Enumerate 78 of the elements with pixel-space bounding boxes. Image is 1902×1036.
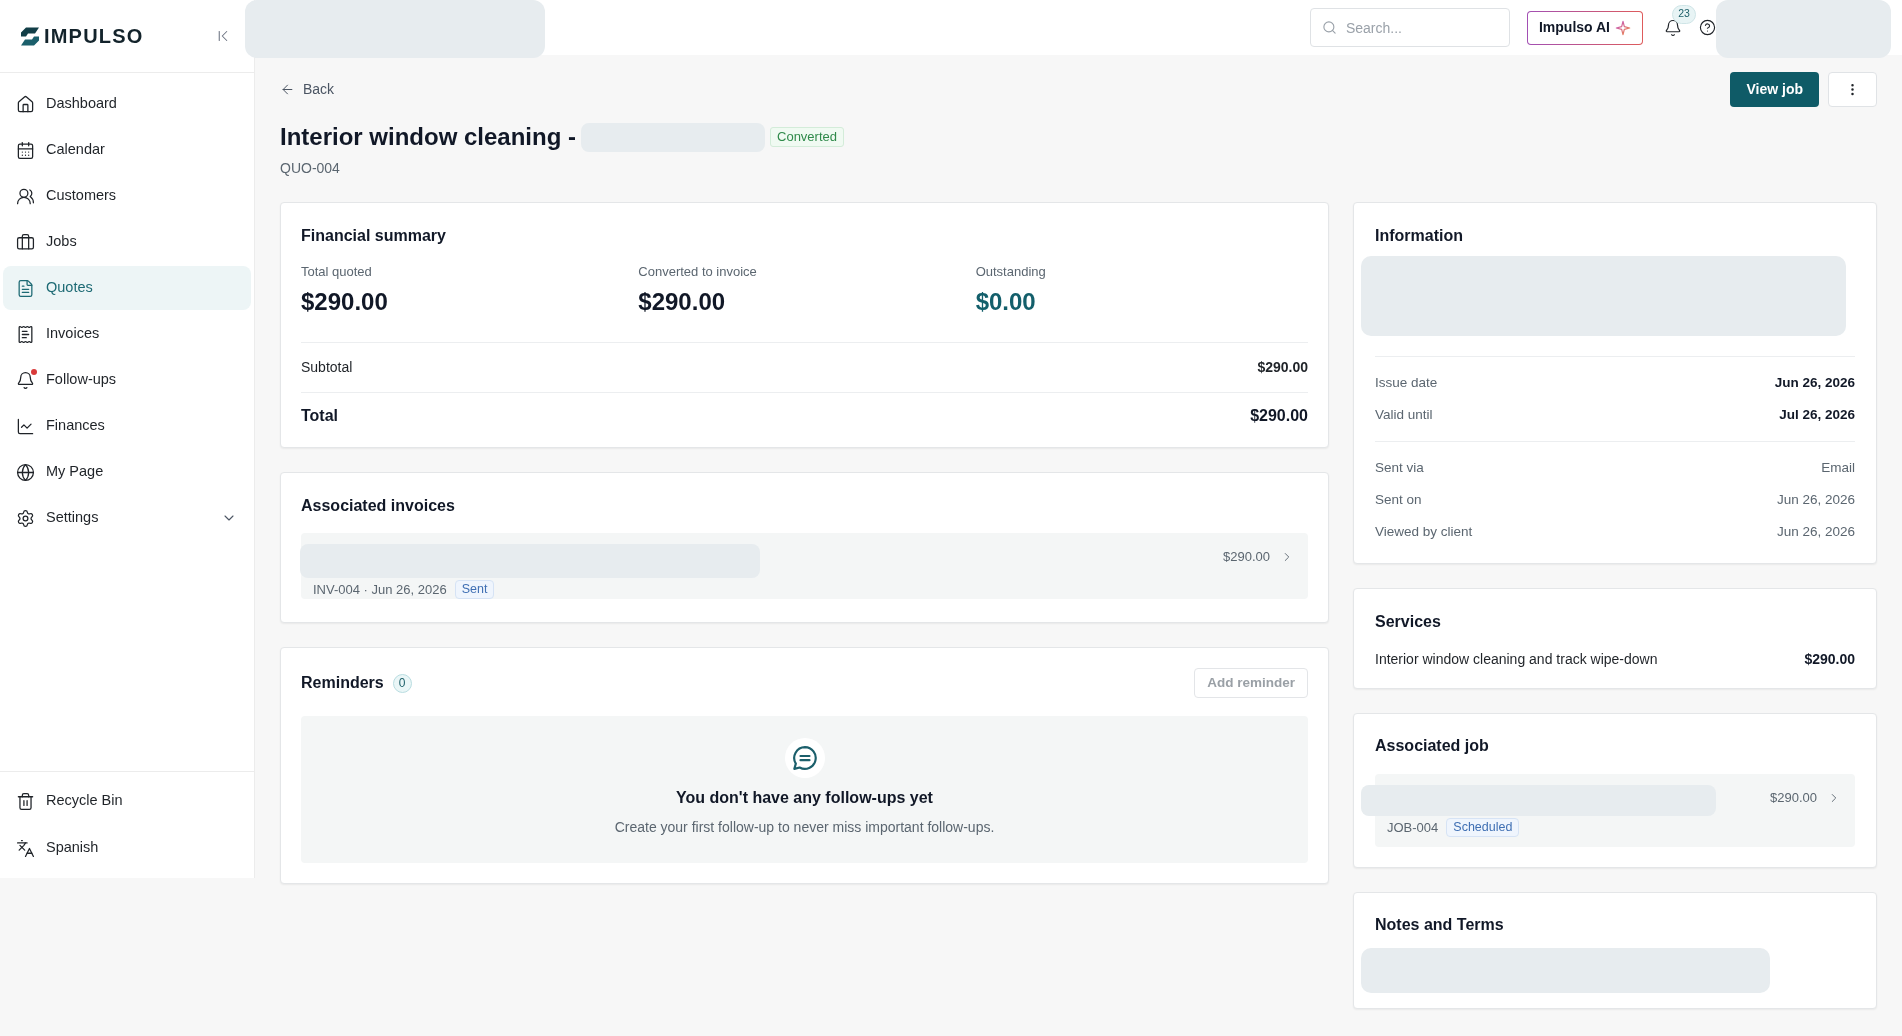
- sparkle-icon: [1615, 19, 1631, 36]
- info-value: Jun 26, 2026: [1776, 522, 1855, 541]
- status-badge: Converted: [770, 127, 844, 147]
- bell-icon: [16, 370, 35, 390]
- logo-text: IMPULSO: [44, 24, 144, 49]
- bell-icon[interactable]: [1664, 18, 1682, 37]
- metric-label: Converted to invoice: [638, 263, 757, 281]
- calendar-icon: [16, 140, 35, 160]
- sidebar-item[interactable]: Follow-ups: [3, 358, 251, 402]
- card-title: Associated invoices: [301, 496, 456, 516]
- card-title: Reminders: [301, 673, 384, 693]
- card-title: Associated job: [1375, 736, 1490, 756]
- info-label: Sent via: [1375, 458, 1424, 477]
- info-value: Email: [1821, 458, 1855, 477]
- sidebar-item[interactable]: Customers: [3, 174, 251, 218]
- sidebar-item[interactable]: Recycle Bin: [3, 779, 251, 823]
- info-value: Jul 26, 2026: [1779, 405, 1855, 424]
- sidebar-item[interactable]: Calendar: [3, 128, 251, 172]
- info-value: Jun 26, 2026: [1776, 490, 1855, 509]
- globe-icon: [16, 462, 35, 482]
- job-amount: $290.00: [1770, 789, 1817, 807]
- help-icon[interactable]: [1699, 19, 1716, 36]
- view-job-button[interactable]: View job: [1730, 72, 1819, 107]
- info-label: Viewed by client: [1375, 522, 1473, 541]
- count-badge: 0: [392, 673, 412, 693]
- job-reference: JOB-004: [1387, 819, 1439, 836]
- info-value: Jun 26, 2026: [1774, 373, 1855, 392]
- logo-mark-icon: [20, 25, 40, 47]
- search-field[interactable]: Search...: [1309, 8, 1510, 47]
- sidebar-item[interactable]: Dashboard: [3, 82, 251, 126]
- summary-label: Total: [301, 406, 339, 426]
- sidebar-item[interactable]: Invoices: [3, 312, 251, 356]
- invoice-reference: INV-004 · Jun 26, 2026: [313, 581, 447, 598]
- sidebar-item[interactable]: Settings: [3, 496, 251, 540]
- status-badge: Scheduled: [1446, 818, 1520, 837]
- summary-label: Subtotal: [301, 358, 353, 377]
- card-title: Financial summary: [301, 226, 447, 246]
- settings-icon: [16, 508, 35, 528]
- info-label: Issue date: [1375, 373, 1438, 392]
- sidebar-item[interactable]: Quotes: [3, 266, 251, 310]
- back-link[interactable]: Back: [280, 79, 335, 100]
- metric-label: Total quoted: [301, 263, 372, 281]
- quote-number: QUO-004: [280, 159, 340, 178]
- people-icon: [16, 186, 35, 206]
- sidebar-item[interactable]: Jobs: [3, 220, 251, 264]
- card-title: Notes and Terms: [1375, 915, 1505, 935]
- metric-value: $0.00: [975, 287, 1036, 317]
- search-icon: [1321, 20, 1337, 35]
- sidebar-item[interactable]: Finances: [3, 404, 251, 448]
- document-icon: [16, 278, 35, 298]
- service-name: Interior window cleaning and track wipe-down: [1375, 649, 1658, 669]
- metric-value: $290.00: [301, 287, 388, 317]
- briefcase-icon: [16, 232, 35, 252]
- house-icon: [16, 94, 35, 114]
- invoice-amount: $290.00: [1223, 548, 1270, 566]
- sidebar-item[interactable]: Spanish: [3, 826, 251, 870]
- sidebar-item[interactable]: My Page: [3, 450, 251, 494]
- ai-button[interactable]: Impulso AI: [1526, 10, 1643, 45]
- status-badge: Sent: [454, 580, 495, 599]
- notification-count-badge: 23: [1672, 4, 1696, 24]
- receipt-icon: [16, 324, 35, 344]
- service-price: $290.00: [1804, 649, 1855, 669]
- summary-value: $290.00: [1257, 358, 1308, 377]
- invoice-row[interactable]: INV-004 · Jun 26, 2026 Sent $290.00: [301, 533, 1308, 599]
- card-title: Services: [1375, 612, 1442, 632]
- metric-value: $290.00: [638, 287, 726, 317]
- translate-icon: [16, 838, 35, 858]
- trash-icon: [16, 791, 35, 811]
- summary-value: $290.00: [1250, 406, 1308, 426]
- chat-bubble-icon: [784, 738, 825, 778]
- info-label: Sent on: [1375, 490, 1422, 509]
- info-label: Valid until: [1375, 405, 1433, 424]
- line-chart-icon: [16, 416, 35, 436]
- metric-label: Outstanding: [975, 263, 1046, 281]
- empty-state-title: You don't have any follow-ups yet: [676, 788, 933, 808]
- page-title: Interior window cleaning -: [280, 122, 576, 152]
- empty-state-text: Create your first follow-up to never miss important follow-ups.: [614, 818, 995, 837]
- card-title: Information: [1375, 226, 1464, 246]
